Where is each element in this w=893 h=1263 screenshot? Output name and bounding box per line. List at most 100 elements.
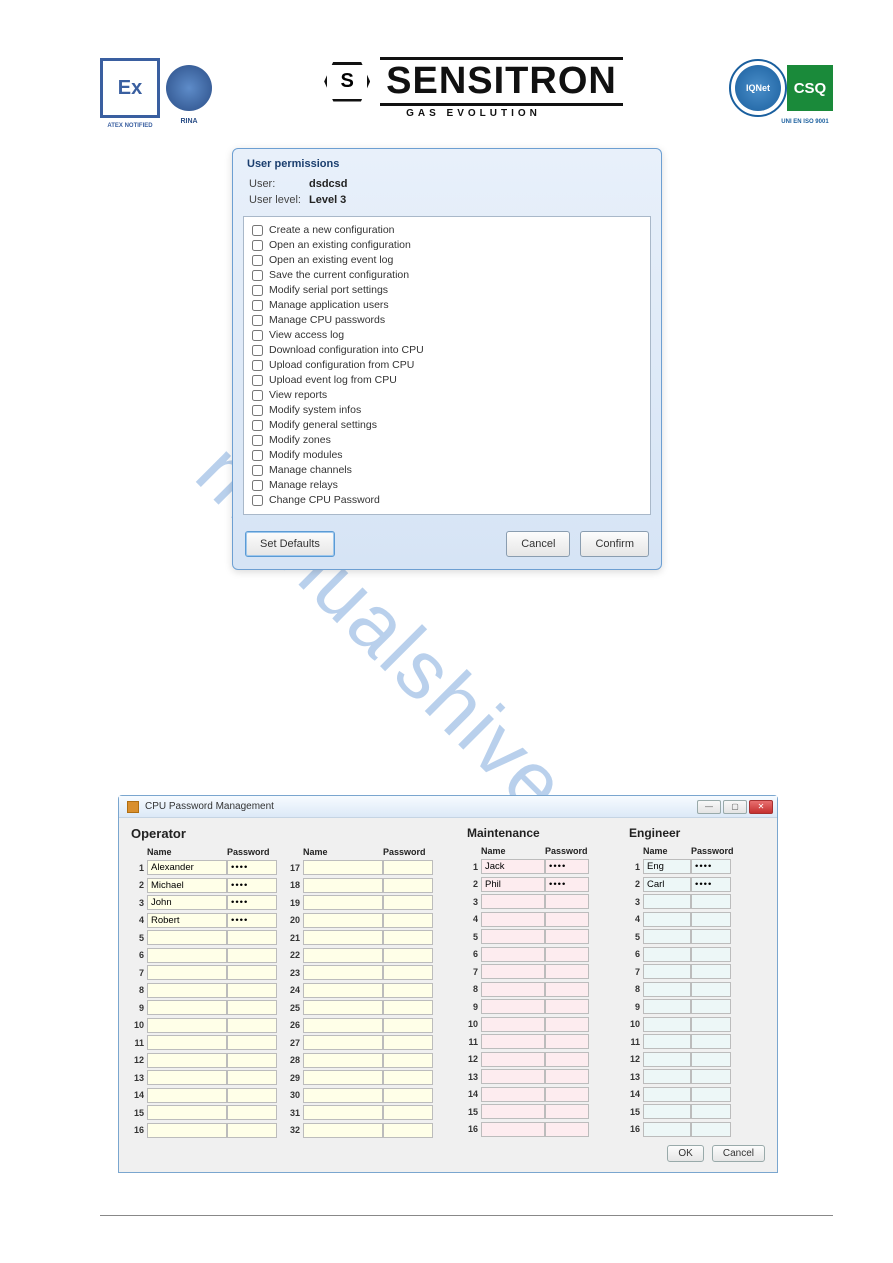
name-input[interactable] <box>481 1087 545 1102</box>
password-input[interactable] <box>383 1035 433 1050</box>
password-input[interactable] <box>227 983 277 998</box>
password-input[interactable]: •••• <box>227 913 277 928</box>
password-input[interactable] <box>691 912 731 927</box>
name-input[interactable] <box>303 965 383 980</box>
password-input[interactable]: •••• <box>227 860 277 875</box>
password-input[interactable] <box>545 929 589 944</box>
password-input[interactable] <box>545 912 589 927</box>
password-input[interactable] <box>545 1052 589 1067</box>
password-input[interactable] <box>545 1122 589 1137</box>
name-input[interactable] <box>303 1053 383 1068</box>
name-input[interactable] <box>643 912 691 927</box>
name-input[interactable] <box>303 1000 383 1015</box>
permission-checkbox[interactable] <box>252 405 263 416</box>
permission-checkbox[interactable] <box>252 240 263 251</box>
name-input[interactable] <box>643 1017 691 1032</box>
permission-checkbox[interactable] <box>252 465 263 476</box>
confirm-button[interactable]: Confirm <box>580 531 649 557</box>
name-input[interactable] <box>643 982 691 997</box>
name-input[interactable] <box>481 929 545 944</box>
name-input[interactable]: Alexander <box>147 860 227 875</box>
password-input[interactable]: •••• <box>227 895 277 910</box>
password-input[interactable] <box>227 948 277 963</box>
password-input[interactable] <box>545 1104 589 1119</box>
password-input[interactable] <box>383 1105 433 1120</box>
name-input[interactable] <box>147 1070 227 1085</box>
permission-checkbox[interactable] <box>252 450 263 461</box>
password-input[interactable] <box>383 1070 433 1085</box>
password-input[interactable] <box>691 1087 731 1102</box>
name-input[interactable] <box>643 1034 691 1049</box>
name-input[interactable] <box>481 964 545 979</box>
password-input[interactable] <box>545 982 589 997</box>
cancel-button[interactable]: Cancel <box>712 1145 765 1162</box>
name-input[interactable] <box>643 1052 691 1067</box>
name-input[interactable] <box>147 1053 227 1068</box>
password-input[interactable] <box>227 1105 277 1120</box>
permission-checkbox[interactable] <box>252 375 263 386</box>
permission-checkbox[interactable] <box>252 435 263 446</box>
password-input[interactable] <box>383 895 433 910</box>
name-input[interactable] <box>303 878 383 893</box>
name-input[interactable] <box>643 964 691 979</box>
permission-checkbox[interactable] <box>252 300 263 311</box>
password-input[interactable] <box>691 947 731 962</box>
name-input[interactable] <box>303 913 383 928</box>
password-input[interactable] <box>691 964 731 979</box>
password-input[interactable] <box>545 1034 589 1049</box>
password-input[interactable] <box>227 965 277 980</box>
password-input[interactable] <box>691 1122 731 1137</box>
password-input[interactable]: •••• <box>691 859 731 874</box>
password-input[interactable] <box>383 1123 433 1138</box>
permission-checkbox[interactable] <box>252 270 263 281</box>
password-input[interactable] <box>383 983 433 998</box>
name-input[interactable]: Michael <box>147 878 227 893</box>
password-input[interactable] <box>691 1034 731 1049</box>
name-input[interactable] <box>481 947 545 962</box>
cancel-button[interactable]: Cancel <box>506 531 570 557</box>
permission-checkbox[interactable] <box>252 330 263 341</box>
name-input[interactable] <box>481 999 545 1014</box>
name-input[interactable] <box>643 947 691 962</box>
password-input[interactable] <box>383 1018 433 1033</box>
name-input[interactable] <box>643 929 691 944</box>
name-input[interactable] <box>481 894 545 909</box>
name-input[interactable]: John <box>147 895 227 910</box>
name-input[interactable] <box>643 1122 691 1137</box>
name-input[interactable] <box>303 860 383 875</box>
name-input[interactable]: Jack <box>481 859 545 874</box>
name-input[interactable] <box>481 1052 545 1067</box>
password-input[interactable] <box>545 1017 589 1032</box>
close-button[interactable]: ✕ <box>749 800 773 814</box>
password-input[interactable] <box>227 1035 277 1050</box>
password-input[interactable]: •••• <box>545 859 589 874</box>
password-input[interactable] <box>383 913 433 928</box>
password-input[interactable] <box>691 894 731 909</box>
password-input[interactable] <box>691 982 731 997</box>
password-input[interactable] <box>691 929 731 944</box>
name-input[interactable] <box>303 983 383 998</box>
name-input[interactable] <box>147 948 227 963</box>
password-input[interactable] <box>227 1018 277 1033</box>
password-input[interactable] <box>383 965 433 980</box>
name-input[interactable] <box>481 912 545 927</box>
name-input[interactable] <box>303 1035 383 1050</box>
permission-checkbox[interactable] <box>252 315 263 326</box>
password-input[interactable]: •••• <box>691 877 731 892</box>
permission-checkbox[interactable] <box>252 345 263 356</box>
password-input[interactable] <box>383 878 433 893</box>
name-input[interactable] <box>303 895 383 910</box>
name-input[interactable] <box>481 1104 545 1119</box>
password-input[interactable] <box>227 930 277 945</box>
name-input[interactable] <box>147 1088 227 1103</box>
name-input[interactable] <box>147 1000 227 1015</box>
name-input[interactable] <box>303 1105 383 1120</box>
password-input[interactable] <box>227 1053 277 1068</box>
permission-checkbox[interactable] <box>252 225 263 236</box>
password-input[interactable] <box>691 999 731 1014</box>
password-input[interactable] <box>383 1088 433 1103</box>
name-input[interactable] <box>481 1034 545 1049</box>
name-input[interactable]: Robert <box>147 913 227 928</box>
password-input[interactable] <box>383 1000 433 1015</box>
password-input[interactable] <box>545 1087 589 1102</box>
